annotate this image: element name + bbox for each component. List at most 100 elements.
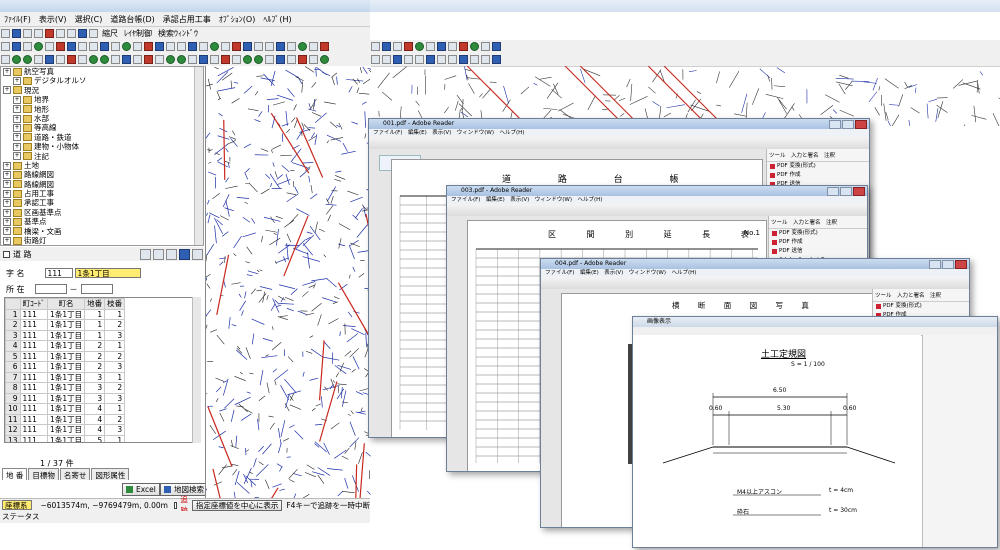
tool-draw-ext-button-10[interactable] <box>481 55 490 64</box>
table-row[interactable]: 8 111 1条1丁目 3 2 <box>5 382 126 394</box>
expand-icon[interactable]: + <box>3 189 11 198</box>
tool-draw-button-20[interactable] <box>221 55 230 64</box>
expand-icon[interactable]: + <box>3 67 11 76</box>
tool-edit-button-5[interactable] <box>56 42 65 51</box>
tree-item[interactable]: + 路線網図 <box>1 180 203 189</box>
tool-edit-button-12[interactable] <box>133 42 142 51</box>
table-row[interactable]: 12 111 1条1丁目 4 3 <box>5 424 126 436</box>
aza-name-select[interactable]: 1条1丁目 <box>74 268 141 278</box>
tool-draw-button-19[interactable] <box>210 55 219 64</box>
tool-edit-button-14[interactable] <box>155 42 164 51</box>
tree-item[interactable]: + 路線網図 <box>1 170 203 179</box>
tool-main-button-1[interactable] <box>12 29 21 38</box>
minimize-icon[interactable] <box>829 120 841 129</box>
tool-draw-ext-button-1[interactable] <box>382 55 391 64</box>
tool-draw-button-11[interactable] <box>122 55 131 64</box>
tree-item[interactable]: + 街路灯 <box>1 236 203 245</box>
tree-item[interactable]: + 地界 <box>1 95 203 104</box>
tool-edit-button-10[interactable] <box>111 42 120 51</box>
table-row[interactable]: 9 111 1条1丁目 3 3 <box>5 392 126 404</box>
tool-draw-button-5[interactable] <box>56 55 65 64</box>
expand-icon[interactable]: + <box>3 227 11 236</box>
table-row[interactable]: 2 111 1条1丁目 1 2 <box>5 319 126 331</box>
tool-edit-button-20[interactable] <box>221 42 230 51</box>
column-header[interactable]: 地番 <box>84 298 106 310</box>
tree-item[interactable]: + 基準点 <box>1 217 203 226</box>
menu-item-0[interactable]: ﾌｧｲﾙ(F) <box>0 12 35 26</box>
maximize-icon[interactable] <box>842 120 854 129</box>
tool-edit-ext-button-4[interactable] <box>415 42 424 51</box>
tree-item[interactable]: + 等高線 <box>1 123 203 132</box>
excel-button[interactable]: Excel <box>122 483 160 496</box>
tool-edit-button-8[interactable] <box>89 42 98 51</box>
table-scrollbar[interactable] <box>192 297 201 443</box>
tool-main-button-3[interactable] <box>34 29 43 38</box>
tool-draw-button-24[interactable] <box>265 55 274 64</box>
table-row[interactable]: 5 111 1条1丁目 2 2 <box>5 350 126 362</box>
tree-item[interactable]: + 航空写真 <box>1 67 203 76</box>
tool-draw-button-12[interactable] <box>133 55 142 64</box>
road-checkbox[interactable] <box>3 250 10 258</box>
tool-edit-button-17[interactable] <box>188 42 197 51</box>
tool-draw-button-28[interactable] <box>309 55 318 64</box>
tool-draw-button-2[interactable] <box>23 55 32 64</box>
tool-edit-button-7[interactable] <box>78 42 87 51</box>
reader2-side-top[interactable]: ツール 入力と署名 注釈 <box>769 216 867 229</box>
tool-edit-button-0[interactable] <box>1 42 10 51</box>
tree-item[interactable]: + 道路・鉄道 <box>1 133 203 142</box>
tool-edit-button-1[interactable] <box>12 42 21 51</box>
close-icon[interactable] <box>855 120 867 129</box>
table-row[interactable]: 10 111 1条1丁目 4 1 <box>5 403 126 415</box>
expand-icon[interactable]: + <box>13 142 21 151</box>
expand-icon[interactable]: + <box>3 86 11 95</box>
tool-main-button-0[interactable] <box>1 29 10 38</box>
tab-2[interactable]: 名寄せ <box>59 468 91 480</box>
tool-edit-button-23[interactable] <box>254 42 263 51</box>
table-row[interactable]: 7 111 1条1丁目 3 1 <box>5 371 126 383</box>
tree-item[interactable]: + 橋梁・文画 <box>1 227 203 236</box>
tool-draw-button-14[interactable] <box>155 55 164 64</box>
column-header[interactable]: 町名 <box>47 298 86 310</box>
table-row[interactable]: 11 111 1条1丁目 4 2 <box>5 413 126 425</box>
tool-draw-button-3[interactable] <box>34 55 43 64</box>
tool-draw-ext-button-7[interactable] <box>448 55 457 64</box>
tool-draw-ext-button-4[interactable] <box>415 55 424 64</box>
tool-draw-button-1[interactable] <box>12 55 21 64</box>
tool-draw-button-10[interactable] <box>111 55 120 64</box>
tree-item[interactable]: + デジタルオルソ <box>1 76 203 85</box>
side-panel-item[interactable]: PDF 作成 <box>767 171 869 180</box>
side-panel-item[interactable]: PDF 作成 <box>769 238 867 247</box>
expand-icon[interactable]: + <box>13 95 21 104</box>
tree-item[interactable]: +案内標識 <box>1 245 203 246</box>
menu-item-1[interactable]: 表示(V) <box>35 12 71 26</box>
tool-draw-button-21[interactable] <box>232 55 241 64</box>
tool-draw-ext-button-0[interactable] <box>371 55 380 64</box>
tool-main-button-2[interactable] <box>23 29 32 38</box>
tool-main-button-7[interactable] <box>78 29 87 38</box>
tool-draw-button-9[interactable] <box>100 55 109 64</box>
aza-code-input[interactable]: 111 <box>44 268 73 278</box>
expand-icon[interactable]: + <box>3 199 11 208</box>
column-header[interactable]: 枝番 <box>104 298 126 310</box>
tool-edit-ext-button-7[interactable] <box>448 42 457 51</box>
tool-edit-ext-button-3[interactable] <box>404 42 413 51</box>
tool-main-button-6[interactable] <box>67 29 76 38</box>
tool-draw-ext-button-3[interactable] <box>404 55 413 64</box>
tool-edit-button-28[interactable] <box>309 42 318 51</box>
tool-draw-button-26[interactable] <box>287 55 296 64</box>
layer-tree[interactable]: + 航空写真 + デジタルオルソ + 現況 + 地界 + 地形 + 水部 + 等高線 + 道路・鉄道 + 建物・小… <box>0 66 204 246</box>
reader2-menu[interactable]: ファイル(F) 編集(E) 表示(V) ウィンドウ(W) ヘルプ(H) <box>447 196 867 204</box>
tool-edit-button-9[interactable] <box>100 42 109 51</box>
tool-draw-button-16[interactable] <box>177 55 186 64</box>
tool-draw-button-15[interactable] <box>166 55 175 64</box>
tool-edit-ext-button-11[interactable] <box>492 42 501 51</box>
tree-item[interactable]: + 区画基準点 <box>1 208 203 217</box>
tree-item[interactable]: + 地形 <box>1 105 203 114</box>
tool-edit-button-16[interactable] <box>177 42 186 51</box>
expand-icon[interactable]: + <box>13 114 21 123</box>
column-header[interactable]: 町ｺｰﾄﾞ <box>19 298 49 310</box>
tab-1[interactable]: 目標物 <box>28 468 59 480</box>
tool-main-button-8[interactable] <box>89 29 98 38</box>
map-canvas[interactable] <box>205 66 371 498</box>
scale-label[interactable]: 縮尺 <box>99 28 121 39</box>
